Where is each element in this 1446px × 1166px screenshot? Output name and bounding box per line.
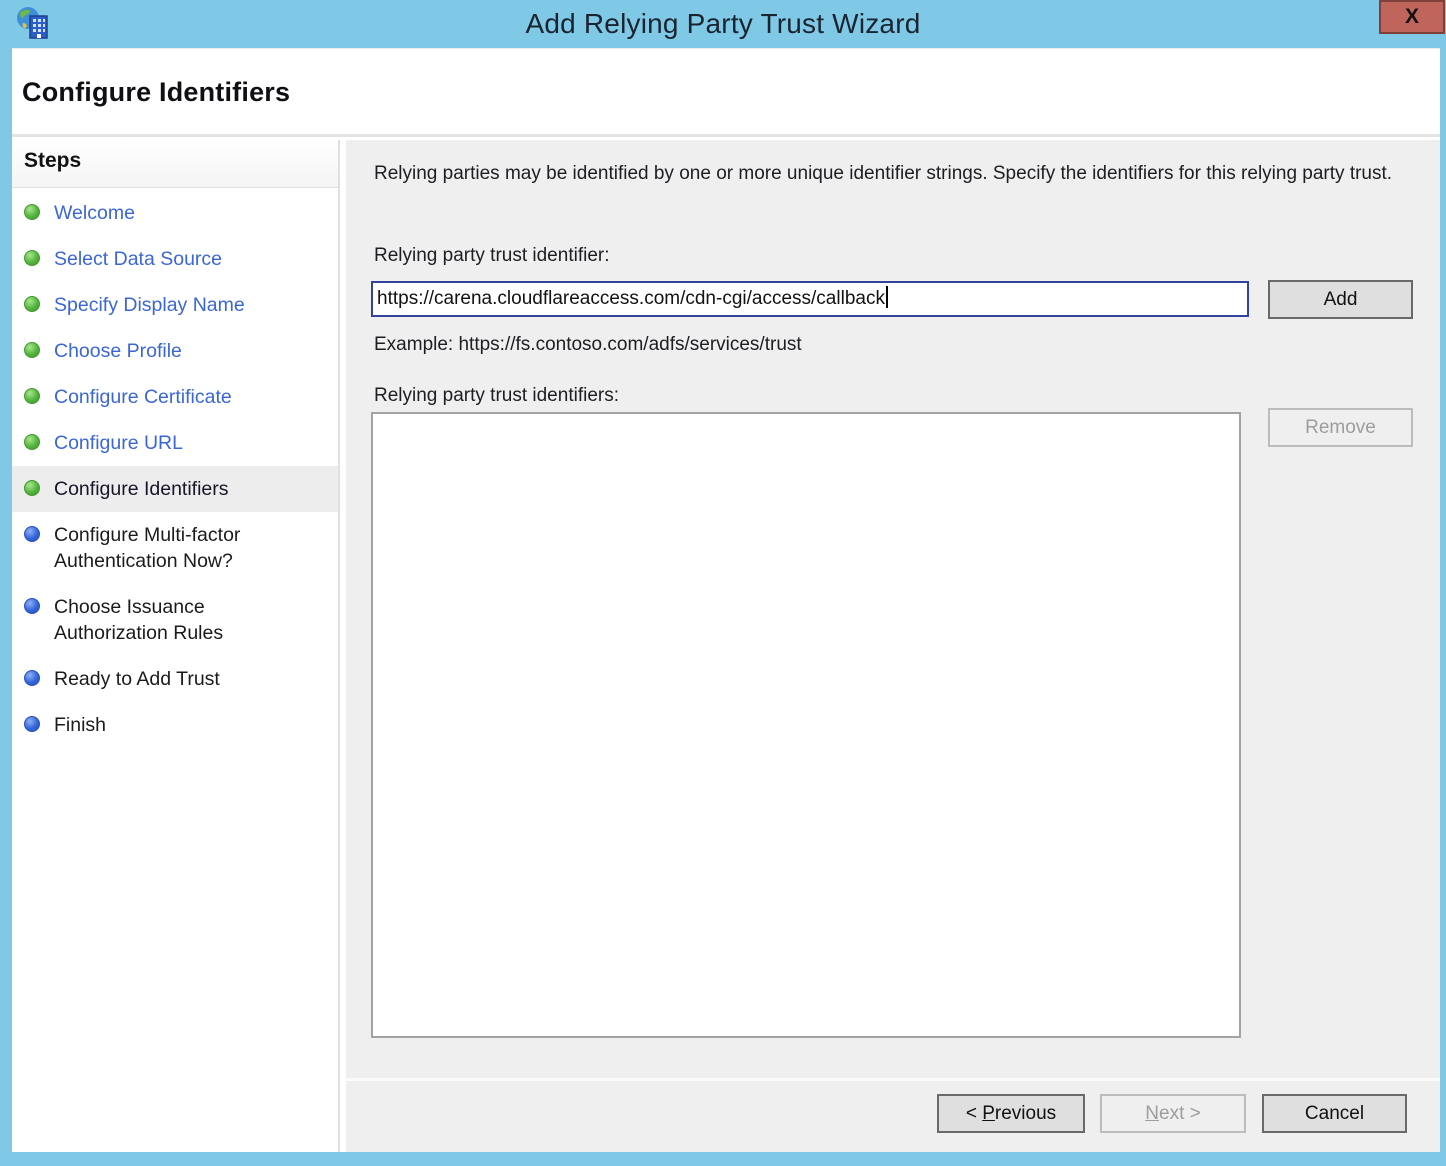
identifiers-list-label: Relying party trust identifiers: xyxy=(374,385,619,407)
step-status-bullet-icon xyxy=(24,204,40,220)
wizard-content-pane: Relying parties may be identified by one… xyxy=(346,140,1440,1152)
cancel-button[interactable]: Cancel xyxy=(1262,1094,1407,1133)
sidebar-step-configure-certificate[interactable]: Configure Certificate xyxy=(12,374,338,420)
step-status-bullet-icon xyxy=(24,716,40,732)
wizard-dialog: Configure Identifiers Steps Welcome Sele… xyxy=(12,48,1440,1152)
example-text: Example: https://fs.contoso.com/adfs/ser… xyxy=(374,334,802,356)
page-header: Configure Identifiers xyxy=(12,48,1440,137)
step-status-bullet-icon xyxy=(24,388,40,404)
window-title: Add Relying Party Trust Wizard xyxy=(0,8,1446,40)
wizard-footer: < Previous Next > Cancel xyxy=(346,1078,1440,1152)
identifier-field-label: Relying party trust identifier: xyxy=(374,245,610,267)
step-label: Specify Display Name xyxy=(54,292,245,318)
step-status-bullet-icon xyxy=(24,670,40,686)
step-label: Welcome xyxy=(54,200,135,226)
step-status-bullet-icon xyxy=(24,434,40,450)
steps-heading: Steps xyxy=(12,140,338,188)
step-label: Configure Identifiers xyxy=(54,476,229,502)
sidebar-step-select-data-source[interactable]: Select Data Source xyxy=(12,236,338,282)
page-title: Configure Identifiers xyxy=(22,77,290,108)
identifiers-listbox[interactable] xyxy=(371,412,1241,1038)
sidebar-step-configure-multi-factor-authentication-now[interactable]: Configure Multi-factor Authentication No… xyxy=(12,512,338,584)
add-button[interactable]: Add xyxy=(1268,280,1413,319)
sidebar-step-choose-issuance-authorization-rules[interactable]: Choose Issuance Authorization Rules xyxy=(12,584,338,656)
sidebar-step-ready-to-add-trust[interactable]: Ready to Add Trust xyxy=(12,656,338,702)
step-status-bullet-icon xyxy=(24,480,40,496)
steps-sidebar: Steps Welcome Select Data Source Specify… xyxy=(12,140,340,1152)
remove-button[interactable]: Remove xyxy=(1268,408,1413,447)
step-status-bullet-icon xyxy=(24,342,40,358)
window-titlebar: Add Relying Party Trust Wizard X xyxy=(0,0,1446,48)
step-status-bullet-icon xyxy=(24,250,40,266)
close-button[interactable]: X xyxy=(1379,0,1445,34)
sidebar-step-specify-display-name[interactable]: Specify Display Name xyxy=(12,282,338,328)
steps-list: Welcome Select Data Source Specify Displ… xyxy=(12,188,338,748)
step-label: Configure Multi-factor Authentication No… xyxy=(54,522,286,574)
step-label: Select Data Source xyxy=(54,246,222,272)
step-status-bullet-icon xyxy=(24,598,40,614)
identifier-input[interactable]: https://carena.cloudflareaccess.com/cdn-… xyxy=(371,281,1249,317)
previous-button[interactable]: < Previous xyxy=(937,1094,1085,1133)
sidebar-step-choose-profile[interactable]: Choose Profile xyxy=(12,328,338,374)
step-label: Configure Certificate xyxy=(54,384,232,410)
sidebar-step-configure-identifiers[interactable]: Configure Identifiers xyxy=(12,466,338,512)
step-label: Choose Issuance Authorization Rules xyxy=(54,594,286,646)
identifier-input-value: https://carena.cloudflareaccess.com/cdn-… xyxy=(377,288,885,309)
step-status-bullet-icon xyxy=(24,296,40,312)
step-label: Configure URL xyxy=(54,430,183,456)
sidebar-step-welcome[interactable]: Welcome xyxy=(12,190,338,236)
step-label: Ready to Add Trust xyxy=(54,666,220,692)
intro-text: Relying parties may be identified by one… xyxy=(374,160,1398,187)
sidebar-step-finish[interactable]: Finish xyxy=(12,702,338,748)
step-label: Choose Profile xyxy=(54,338,182,364)
next-button[interactable]: Next > xyxy=(1100,1094,1246,1133)
step-status-bullet-icon xyxy=(24,526,40,542)
step-label: Finish xyxy=(54,712,106,738)
text-caret xyxy=(886,286,888,308)
sidebar-step-configure-url[interactable]: Configure URL xyxy=(12,420,338,466)
